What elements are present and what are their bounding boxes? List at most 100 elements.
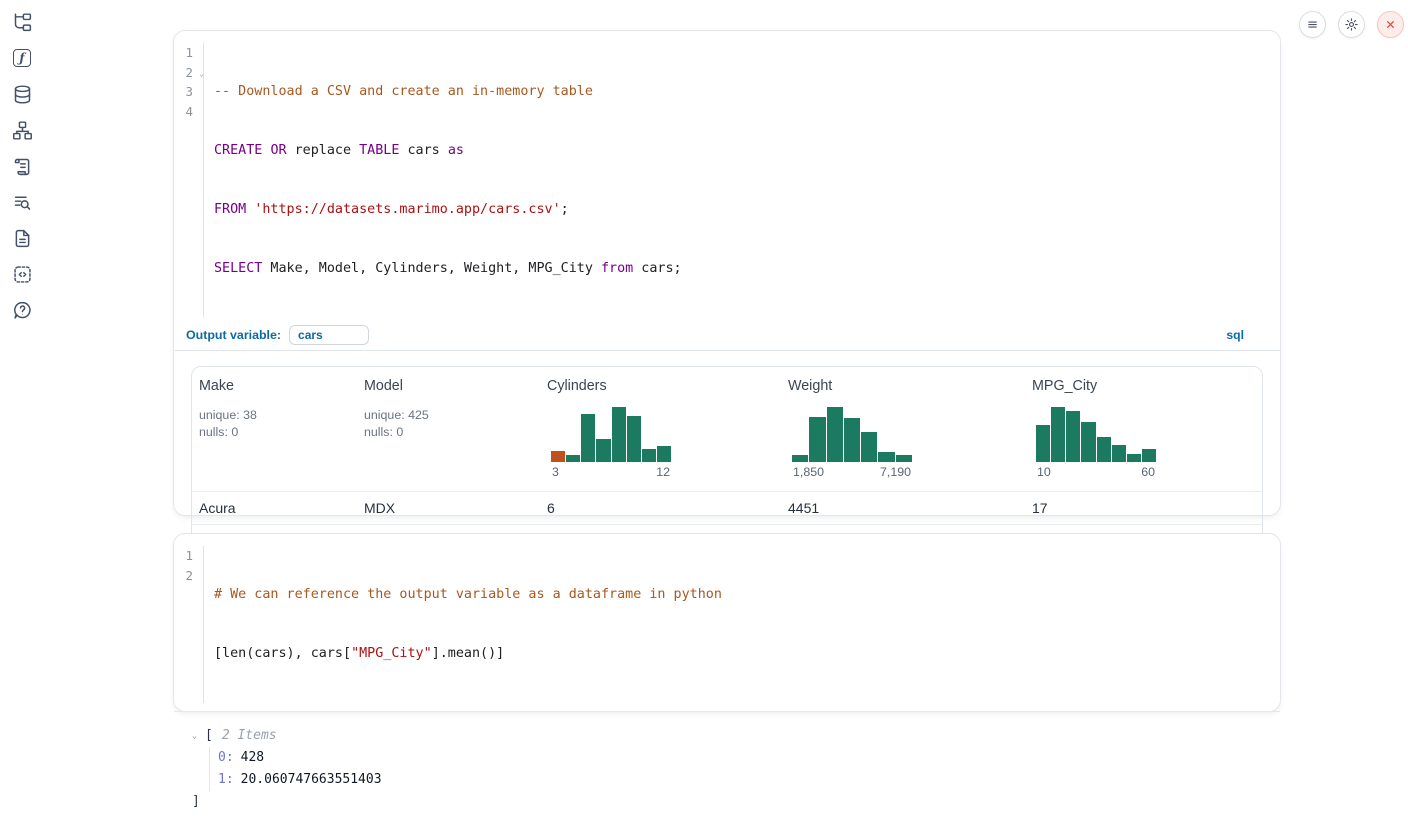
hist-bar [657,446,671,463]
sidebar-snippets-button[interactable] [7,260,37,288]
unique-stat: unique: 38 [199,407,351,424]
hist-bar [551,451,565,462]
settings-button[interactable] [1338,11,1365,38]
hist-bar [896,455,912,462]
python-code-lines: # We can reference the output variable a… [204,546,722,703]
sidebar-file-explorer-button[interactable] [7,8,37,36]
code-token: TABLE [359,143,399,158]
histogram-bars [1036,407,1156,462]
tree-root-row: ⌄ [ 2 Items [192,725,1262,747]
code-token: FROM [214,202,246,217]
line-number: 3 [186,82,203,102]
histogram-bars [551,407,671,462]
file-explorer-icon [12,12,33,33]
table-header: Make unique: 38 nulls: 0 Model unique: 4… [192,367,1262,491]
items-count-label: 2 Items [222,725,277,747]
code-line: SELECT Make, Model, Cylinders, Weight, M… [214,259,682,279]
sidebar-documentation-button[interactable] [7,224,37,252]
line-number-gutter: 1 2 [174,546,204,703]
code-token: 'https://datasets.marimo.app/cars.csv' [254,202,560,217]
menu-button[interactable] [1299,11,1326,38]
topbar-actions [1299,11,1404,38]
tree-children: 0:428 1:20.060747663551403 [209,747,1262,791]
table-of-contents-icon [12,192,33,213]
code-line: CREATE OR replace TABLE cars as [214,141,682,161]
page-root: { "topbar": { "buttons": [ { "icon": "ha… [0,0,1408,729]
fold-chevron-icon[interactable]: ⌄ [199,64,204,84]
sql-code-lines: -- Download a CSV and create an in-memor… [204,43,682,317]
column-label: Model [364,378,534,394]
logs-icon [12,156,33,177]
hist-bar [1066,411,1080,462]
histogram-bars [792,407,912,462]
sidebar-datasources-button[interactable] [7,80,37,108]
column-label: Weight [788,378,1019,394]
hist-bar [1127,454,1141,462]
code-token: Make, Model, Cylinders, Weight, MPG_City [262,261,601,276]
hist-bar [1081,422,1095,462]
sidebar-logs-button[interactable] [7,152,37,180]
documentation-icon [12,228,33,249]
sidebar-table-of-contents-button[interactable] [7,188,37,216]
column-stats: unique: 38 nulls: 0 [199,407,351,440]
code-line: FROM 'https://datasets.marimo.app/cars.c… [214,200,682,220]
code-token: CREATE [214,143,262,158]
sidebar-dependency-graph-button[interactable] [7,116,37,144]
language-badge: sql [1226,328,1244,342]
code-token: "MPG_City" [351,646,432,661]
table-cell: MDX [357,500,540,516]
unique-stat: unique: 425 [364,407,534,424]
code-token: SELECT [214,261,262,276]
sidebar-variables-button[interactable]: ƒ [7,44,37,72]
code-line: # We can reference the output variable a… [214,585,722,605]
hist-bar [581,414,595,462]
sidebar-help-button[interactable] [7,296,37,324]
histogram-axis: 1,850 7,190 [792,465,912,479]
hist-bar [642,449,656,462]
code-token: from [601,261,633,276]
hist-bar [827,407,843,462]
nulls-stat: nulls: 0 [199,424,351,441]
table-cell: Acura [192,500,357,516]
column-label: MPG_City [1032,378,1256,394]
shutdown-button[interactable] [1377,11,1404,38]
column-header-weight[interactable]: Weight 1,850 7,190 [781,367,1025,491]
hist-bar [792,455,808,462]
close-bracket: ] [192,791,1262,813]
histogram-axis: 10 60 [1036,465,1156,479]
python-code-editor[interactable]: 1 2 # We can reference the output variab… [174,534,1280,712]
axis-min-label: 10 [1037,465,1051,479]
table-row[interactable]: Acura MDX 6 4451 17 [192,491,1262,524]
line-number: 2⌄ [186,63,203,83]
line-number-gutter: 1 2⌄ 3 4 [174,43,204,317]
axis-max-label: 60 [1141,465,1155,479]
line-number: 1 [186,546,203,566]
output-variable-input[interactable] [289,325,369,345]
column-header-mpg-city[interactable]: MPG_City 10 60 [1025,367,1262,491]
axis-max-label: 7,190 [880,465,911,479]
axis-min-label: 1,850 [793,465,824,479]
table-cell: 6 [540,500,781,516]
hist-bar [1051,407,1065,462]
collapse-chevron-icon[interactable]: ⌄ [192,725,205,747]
hist-bar [566,455,580,462]
hist-bar [844,418,860,463]
tree-entry: 0:428 [218,747,1262,769]
code-token: ; [561,202,569,217]
code-token: as [448,143,464,158]
tree-value: 428 [241,750,264,765]
snippets-icon [12,264,33,285]
mpg-city-histogram: 10 60 [1036,407,1156,479]
column-header-make[interactable]: Make unique: 38 nulls: 0 [192,367,357,491]
close-icon [1383,17,1398,32]
hist-bar [861,432,877,462]
code-token: [len(cars), cars[ [214,646,351,661]
column-label: Cylinders [547,378,775,394]
code-token: cars [399,143,447,158]
column-header-model[interactable]: Model unique: 425 nulls: 0 [357,367,540,491]
column-header-cylinders[interactable]: Cylinders 3 12 [540,367,781,491]
sql-code-editor[interactable]: 1 2⌄ 3 4 -- Download a CSV and create an… [174,31,1280,317]
code-token: cars; [633,261,681,276]
line-number: 1 [186,43,203,63]
code-token: replace [287,143,360,158]
